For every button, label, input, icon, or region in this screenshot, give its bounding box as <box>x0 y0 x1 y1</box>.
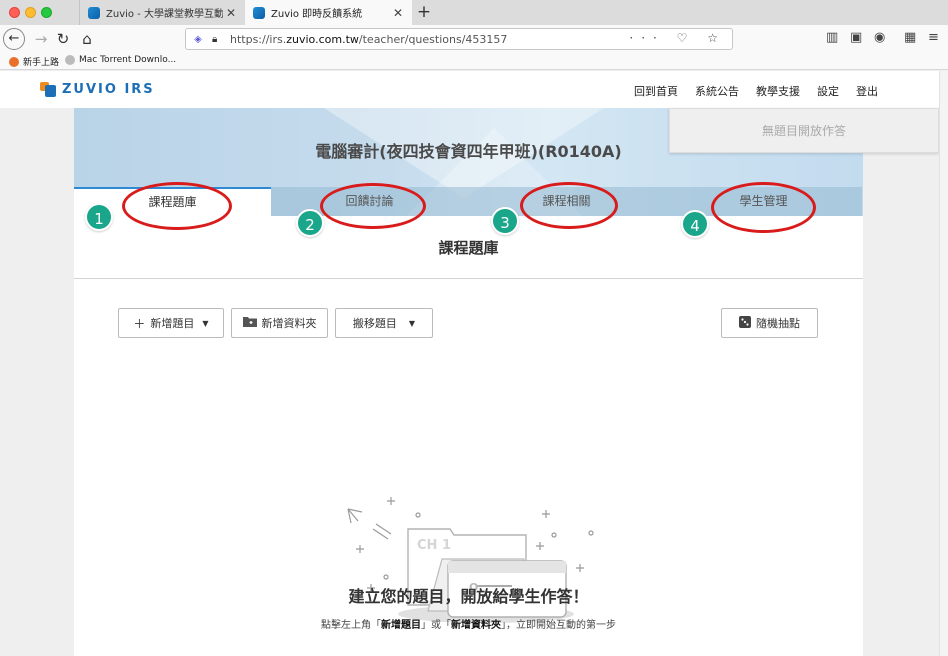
menu-icon[interactable]: ≡ <box>928 30 939 45</box>
lock-icon[interactable]: 🔒︎ <box>212 34 222 45</box>
content-panel: 課程題庫 ＋ 新增題目 ▼ 新增資料夾 搬移題目 ▼ 隨機抽點 CH 1 Q 建… <box>74 216 863 656</box>
annotation-ring-1 <box>122 182 232 230</box>
extensions-icon[interactable]: ▦ <box>904 30 916 45</box>
annotation-ring-3 <box>520 182 618 229</box>
bookmark-mac-torrent[interactable]: Mac Torrent Downlo... <box>65 55 176 65</box>
move-question-button[interactable]: 搬移題目 ▼ <box>335 308 433 338</box>
content-title: 課程題庫 <box>438 239 499 257</box>
minimize-window-button[interactable] <box>25 7 36 18</box>
bookmarks-bar: 新手上路 Mac Torrent Downlo... <box>0 53 948 70</box>
zuvio-logo[interactable]: ZUVIO IRS <box>40 82 155 97</box>
close-window-button[interactable] <box>9 7 20 18</box>
annotation-badge-3: 3 <box>491 207 519 235</box>
close-tab-icon[interactable]: ✕ <box>223 6 239 20</box>
page: ZUVIO IRS 回到首頁 系統公告 教學支援 設定 登出 電腦審計(夜四技會… <box>0 71 939 656</box>
browser-tab-2[interactable]: Zuvio 即時反饋系統 ✕ <box>245 0 412 25</box>
tracking-shield-icon[interactable]: ◈ <box>192 34 204 45</box>
caret-down-icon: ▼ <box>202 318 209 328</box>
add-question-button[interactable]: ＋ 新增題目 ▼ <box>118 308 224 338</box>
logo-text: ZUVIO IRS <box>62 82 155 97</box>
page-actions-icon[interactable]: ··· ♡ ☆ <box>629 31 726 45</box>
library-icon[interactable]: ▥ <box>826 30 838 45</box>
browser-navbar: ← → ↻ ⌂ ◈ 🔒︎ https://irs.zuvio.com.tw/te… <box>0 25 948 53</box>
url-bar[interactable]: ◈ 🔒︎ https://irs.zuvio.com.tw/teacher/qu… <box>185 28 733 50</box>
globe-icon <box>65 55 75 65</box>
divider <box>74 278 863 279</box>
add-folder-button[interactable]: 新增資料夾 <box>231 308 328 338</box>
annotation-ring-2 <box>320 183 426 229</box>
zuvio-favicon-icon <box>88 6 100 19</box>
caret-down-icon: ▼ <box>408 318 416 328</box>
new-tab-button[interactable]: + <box>414 2 434 22</box>
firefox-icon <box>9 56 19 67</box>
button-label: 隨機抽點 <box>756 317 800 330</box>
button-label: 新增題目 <box>150 317 195 330</box>
folder-label: CH 1 <box>417 538 451 553</box>
bookmark-getting-started[interactable]: 新手上路 <box>9 55 59 68</box>
annotation-badge-4: 4 <box>681 210 709 238</box>
browser-tab-1[interactable]: Zuvio - 大學課堂教學互動工具 ✕ <box>79 0 245 25</box>
dice-icon <box>739 315 751 331</box>
home-icon[interactable]: ⌂ <box>76 28 98 50</box>
nav-teaching-support[interactable]: 教學支援 <box>756 83 800 99</box>
annotation-ring-4 <box>711 182 816 233</box>
bookmark-label: 新手上路 <box>23 58 60 68</box>
annotation-badge-2: 2 <box>296 209 324 237</box>
plus-icon: ＋ <box>133 316 146 331</box>
button-label: 搬移題目 <box>352 317 397 330</box>
random-pick-button[interactable]: 隨機抽點 <box>721 308 818 338</box>
top-nav: 回到首頁 系統公告 教學支援 設定 登出 <box>634 83 878 99</box>
forward-arrow-icon[interactable]: → <box>30 28 52 50</box>
nav-logout[interactable]: 登出 <box>856 83 878 99</box>
folder-plus-icon <box>242 316 257 330</box>
zoom-window-button[interactable] <box>41 7 52 18</box>
back-arrow-icon[interactable]: ← <box>3 28 25 50</box>
button-label: 新增資料夾 <box>261 317 317 330</box>
url-text: https://irs.zuvio.com.tw/teacher/questio… <box>230 32 508 46</box>
reload-icon[interactable]: ↻ <box>52 28 74 50</box>
page-scrollbar[interactable] <box>939 71 948 656</box>
empty-state-subtitle: 點擊左上角「新增題目」或「新增資料夾」，立即開始互動的第一步 <box>321 620 616 631</box>
tab-label: Zuvio 即時反饋系統 <box>271 9 363 20</box>
nav-home[interactable]: 回到首頁 <box>634 83 678 99</box>
empty-state-illustration <box>347 497 594 623</box>
empty-state-title: 建立您的題目，開放給學生作答！ <box>348 587 589 606</box>
open-answer-button[interactable]: 無題目開放作答 <box>669 108 939 153</box>
account-icon[interactable]: ◉ <box>874 30 885 45</box>
nav-announcements[interactable]: 系統公告 <box>695 83 739 99</box>
tab-label: Zuvio - 大學課堂教學互動工具 <box>106 9 223 20</box>
sidebar-icon[interactable]: ▣ <box>850 30 862 45</box>
zuvio-logo-icon <box>40 82 58 97</box>
site-header: ZUVIO IRS 回到首頁 系統公告 教學支援 設定 登出 <box>0 71 939 108</box>
bookmark-label: Mac Torrent Downlo... <box>79 55 177 65</box>
nav-settings[interactable]: 設定 <box>817 83 839 99</box>
close-tab-icon[interactable]: ✕ <box>390 6 406 20</box>
zuvio-favicon-icon <box>253 6 265 19</box>
annotation-badge-1: 1 <box>85 203 113 231</box>
browser-titlebar: Zuvio - 大學課堂教學互動工具 ✕ Zuvio 即時反饋系統 ✕ + <box>0 0 948 25</box>
